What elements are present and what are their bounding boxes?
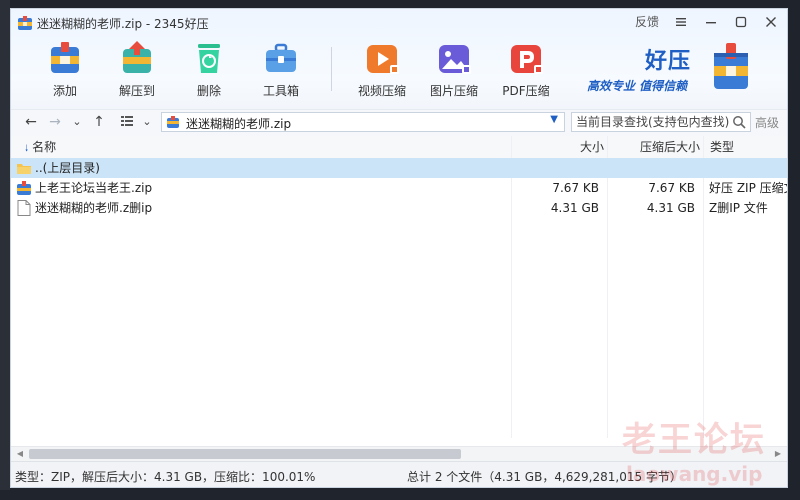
row-type: Z删IP 文件 [709,201,768,215]
row-packed-size: 4.31 GB [646,201,695,215]
image-compress-icon [439,45,471,74]
view-mode-dropdown-icon[interactable]: ⌄ [139,114,155,130]
pdf-compress-icon [511,45,543,74]
search-icon[interactable] [732,115,746,129]
status-archive-info: 类型：ZIP，解压后大小：4.31 GB，压缩比：100.01% [15,470,316,484]
video-compress-button[interactable]: 视频压缩 [346,37,418,103]
status-bar: 类型：ZIP，解压后大小：4.31 GB，压缩比：100.01% 总计 2 个文… [11,461,787,487]
row-size [511,158,599,178]
up-arrow-icon[interactable]: ↑ [91,114,107,130]
close-icon[interactable] [763,14,779,30]
pdf-compress-button[interactable]: PDF压缩 [490,37,562,103]
image-compress-button[interactable]: 图片压缩 [418,37,490,103]
extract-button-label: 解压到 [118,84,155,98]
horizontal-scrollbar[interactable]: ◀ ▶ [11,446,787,461]
view-mode-icon[interactable] [119,114,135,130]
scrollbar-thumb[interactable] [29,449,461,459]
extract-button[interactable]: 解压到 [101,37,173,103]
desktop-bottom-edge [0,490,800,500]
zip-archive-icon [17,181,31,195]
brand-name: 好压 [645,49,692,74]
row-type: 好压 ZIP 压缩文件 [709,181,787,195]
add-archive-icon [51,42,79,73]
column-header-type[interactable]: 类型 [703,136,734,158]
title-bar: 迷迷糊糊的老师.zip - 2345好压 反馈 添加 解压到 删除 工具箱 视频… [11,9,787,109]
row-size: 4.31 GB [550,201,599,215]
add-button[interactable]: 添加 [29,37,101,103]
app-window: 迷迷糊糊的老师.zip - 2345好压 反馈 添加 解压到 删除 工具箱 视频… [10,8,788,488]
column-header-size[interactable]: 大小 [511,136,604,158]
row-name: 迷迷糊糊的老师.z删ip [35,201,153,215]
delete-button[interactable]: 删除 [173,37,245,103]
blank-file-icon [17,200,31,216]
row-name: ..(上层目录) [35,161,100,175]
menu-icon[interactable] [673,14,689,30]
advanced-search-link[interactable]: 高级 [755,114,779,131]
list-header: 🠓 名称 大小 压缩后大小 类型 [11,136,787,159]
row-type [709,158,787,178]
video-compress-icon [367,45,399,74]
window-controls: 反馈 [635,13,779,30]
table-row-zip-file[interactable]: 上老王论坛当老王.zip 7.67 KB 7.67 KB 好压 ZIP 压缩文件 [11,178,787,198]
brand-slogan: 高效专业 值得信赖 [587,79,688,93]
app-logo-icon [18,16,32,30]
list-rows: ..(上层目录) 上老王论坛当老王.zip 7.67 KB 7.67 KB 好压… [11,158,787,218]
history-dropdown-icon[interactable]: ⌄ [69,114,85,130]
row-size: 7.67 KB [552,181,599,195]
toolbox-button-label: 工具箱 [262,84,299,98]
search-box [571,112,751,132]
brand-banner: 好压 高效专业 值得信赖 [587,41,757,101]
scroll-right-icon[interactable]: ▶ [771,447,785,461]
scroll-left-icon[interactable]: ◀ [13,447,27,461]
image-compress-button-label: 图片压缩 [429,84,478,98]
row-packed-size [607,158,695,178]
extract-icon [123,41,151,73]
sort-down-icon: 🠓 [25,144,29,154]
navigation-bar: ← → ⌄ ↑ ⌄ 迷迷糊糊的老师.zip ▼ 高级 [11,109,787,137]
window-title: 迷迷糊糊的老师.zip - 2345好压 [37,17,209,31]
add-button-label: 添加 [52,84,77,98]
feedback-link[interactable]: 反馈 [635,13,659,30]
pdf-compress-button-label: PDF压缩 [502,84,550,98]
delete-recycle-icon [198,44,220,73]
row-name: 上老王论坛当老王.zip [35,181,153,195]
address-path: 迷迷糊糊的老师.zip [186,117,292,131]
brand-package-icon [714,43,748,89]
desktop-left-edge [0,0,10,500]
back-arrow-icon[interactable]: ← [23,114,39,130]
row-packed-size: 7.67 KB [648,181,695,195]
delete-button-label: 删除 [196,84,221,98]
maximize-icon[interactable] [733,14,749,30]
minimize-icon[interactable] [703,14,719,30]
status-total-info: 总计 2 个文件（4.31 GB，4,629,281,015 字节） [407,470,682,484]
address-bar[interactable]: 迷迷糊糊的老师.zip ▼ [161,112,565,132]
column-header-name[interactable]: 🠓 名称 [25,136,56,158]
table-row-parent-dir[interactable]: ..(上层目录) [11,158,787,178]
video-compress-button-label: 视频压缩 [357,84,406,98]
toolbox-icon [266,43,296,72]
address-dropdown-icon[interactable]: ▼ [550,114,558,125]
folder-icon [17,164,31,174]
forward-arrow-icon[interactable]: → [47,114,63,130]
search-input[interactable] [572,113,736,131]
column-header-packed-size[interactable]: 压缩后大小 [607,136,700,158]
zip-archive-icon [167,116,179,128]
toolbox-button[interactable]: 工具箱 [245,37,317,103]
table-row-unknown-file[interactable]: 迷迷糊糊的老师.z删ip 4.31 GB 4.31 GB Z删IP 文件 [11,198,787,218]
toolbar-divider [331,47,332,91]
main-toolbar: 添加 解压到 删除 工具箱 视频压缩 图片压缩 PDF压缩 [29,37,562,103]
file-list: 🠓 名称 大小 压缩后大小 类型 ..(上层目录) 上老王论坛当老王.zip 7… [11,136,787,460]
